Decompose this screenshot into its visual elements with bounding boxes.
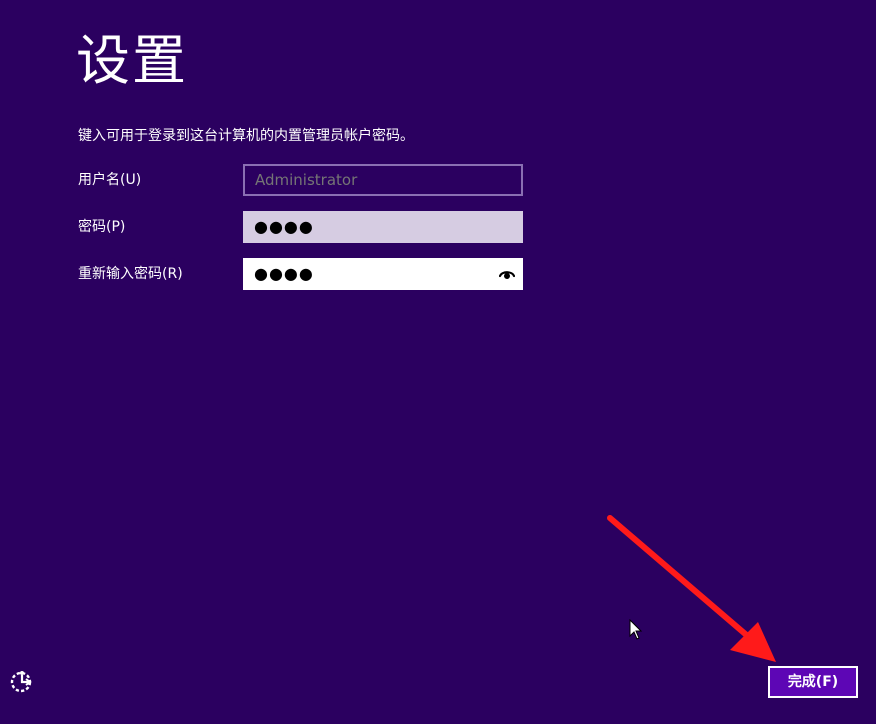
password-field[interactable]: ●●●● (243, 211, 523, 243)
page-title: 设置 (76, 29, 188, 92)
instruction-text: 键入可用于登录到这台计算机的内置管理员帐户密码。 (78, 128, 414, 144)
password-masked-value: ●●●● (254, 217, 314, 236)
eye-icon[interactable] (499, 268, 515, 280)
annotation-arrow-icon (607, 515, 776, 662)
confirm-password-field[interactable]: ●●●● (243, 258, 523, 290)
confirm-password-masked-value: ●●●● (254, 264, 314, 283)
finish-button[interactable]: 完成(F) (768, 666, 858, 698)
username-label: 用户名(U) (78, 172, 142, 188)
confirm-password-label: 重新输入密码(R) (78, 266, 183, 282)
mouse-pointer-icon (629, 619, 643, 640)
username-field[interactable] (243, 164, 523, 196)
password-label: 密码(P) (78, 219, 126, 235)
ease-of-access-icon[interactable] (9, 669, 35, 695)
